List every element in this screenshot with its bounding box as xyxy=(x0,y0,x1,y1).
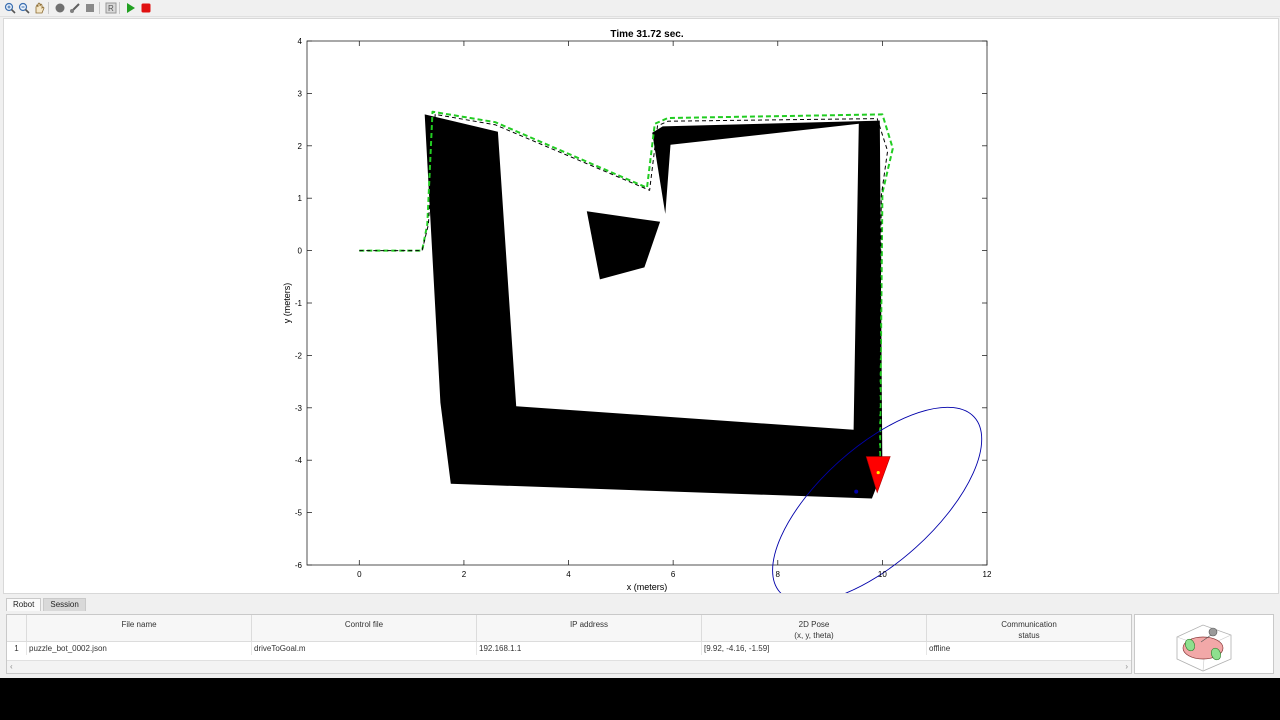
table-row[interactable]: 1 puzzle_bot_0002.json driveToGoal.m 192… xyxy=(7,642,1131,655)
zoom-in-button[interactable] xyxy=(3,1,16,14)
tab-session[interactable]: Session xyxy=(43,598,86,611)
y-tick-label: -3 xyxy=(295,404,303,413)
y-tick-label: 4 xyxy=(298,37,303,46)
x-tick-label: 0 xyxy=(357,570,362,579)
table-header-control-file[interactable]: Control file xyxy=(252,615,477,641)
plot-title: Time 31.72 sec. xyxy=(610,29,683,40)
y-axis-label: y (meters) xyxy=(282,283,292,324)
app-window: R Time 31.72 sec. 0 2 4 6 8 10 12 4 3 2 1 0 -1 -2 -3-… xyxy=(0,0,1280,678)
pan-button[interactable] xyxy=(32,1,45,14)
header-label: 2D Pose xyxy=(798,620,830,629)
cell-2d-pose[interactable]: [9.92, -4.16, -1.59] xyxy=(702,642,927,655)
run-button[interactable] xyxy=(123,1,136,14)
data-cursor-button[interactable] xyxy=(68,1,81,14)
x-tick-label: 8 xyxy=(776,570,781,579)
header-label: Communication xyxy=(1001,620,1057,629)
table-header-file-name[interactable]: File name xyxy=(27,615,252,641)
run-play-icon xyxy=(126,2,135,13)
scroll-left-icon[interactable]: ‹ xyxy=(10,662,13,671)
y-tick-label: -1 xyxy=(295,299,303,308)
screen-bottom-bar xyxy=(0,678,1280,720)
estimate-point xyxy=(854,489,859,494)
header-label: IP address xyxy=(569,620,609,629)
x-tick-label: 6 xyxy=(671,570,676,579)
reset-button[interactable]: R xyxy=(104,1,117,14)
pan-hand-icon xyxy=(35,1,44,13)
y-tick-label: -6 xyxy=(295,561,303,570)
tab-robot[interactable]: Robot xyxy=(6,598,42,611)
y-tick-label: -4 xyxy=(295,456,303,465)
horizontal-scrollbar[interactable]: ‹ › xyxy=(7,660,1131,673)
robot-table: File name Control file IP address 2D Pos… xyxy=(6,614,1132,674)
cell-communication-status[interactable]: offline xyxy=(927,642,1131,655)
header-sublabel: status xyxy=(1018,631,1040,640)
toolbar-separator xyxy=(48,2,49,14)
robot-model-icon xyxy=(1176,624,1232,672)
header-label: Control file xyxy=(344,620,384,629)
stop-red-icon xyxy=(141,3,150,12)
robot-preview-panel xyxy=(1134,614,1274,674)
header-label: File name xyxy=(121,620,157,629)
row-index: 1 xyxy=(7,642,27,655)
x-tick-label: 2 xyxy=(462,570,467,579)
record-icon xyxy=(55,3,64,12)
robot-center-dot xyxy=(876,470,880,475)
stop-square-button[interactable] xyxy=(83,1,96,14)
zoom-out-icon xyxy=(18,2,30,14)
toolbar-separator xyxy=(99,2,100,14)
x-tick-label: 10 xyxy=(878,570,887,579)
x-tick-label: 4 xyxy=(566,570,571,579)
panel-tabs: Robot Session xyxy=(6,598,86,611)
y-tick-label: -2 xyxy=(295,351,303,360)
zoom-out-button[interactable] xyxy=(17,1,30,14)
stop-square-icon xyxy=(85,3,94,12)
y-tick-label: -5 xyxy=(295,509,303,518)
x-tick-label: 12 xyxy=(983,570,992,579)
y-tick-label: 3 xyxy=(298,89,303,98)
header-sublabel: (x, y, theta) xyxy=(794,631,834,640)
y-tick-label: 1 xyxy=(298,194,303,203)
figure-panel: Time 31.72 sec. 0 2 4 6 8 10 12 4 3 2 1 0 -1 -2 -3 -4-… xyxy=(3,18,1279,594)
table-header-ip-address[interactable]: IP address xyxy=(477,615,702,641)
cell-file-name[interactable]: puzzle_bot_0002.json xyxy=(27,642,252,655)
table-header-row: File name Control file IP address 2D Pos… xyxy=(7,615,1131,642)
record-button[interactable] xyxy=(53,1,66,14)
cell-control-file[interactable]: driveToGoal.m xyxy=(252,642,477,655)
toolbar-separator xyxy=(119,2,120,14)
scroll-right-icon[interactable]: › xyxy=(1125,662,1128,671)
stop-button[interactable] xyxy=(139,1,152,14)
table-header-2d-pose[interactable]: 2D Pose (x, y, theta) xyxy=(702,615,927,641)
x-axis-label: x (meters) xyxy=(627,582,668,592)
y-tick-label: 0 xyxy=(298,247,303,256)
reset-icon: R xyxy=(105,2,116,13)
data-cursor-icon xyxy=(69,2,80,13)
y-tick-label: 2 xyxy=(298,142,303,151)
svg-text:R: R xyxy=(108,4,114,13)
figure-toolbar: R xyxy=(0,0,1280,17)
cell-ip-address[interactable]: 192.168.1.1 xyxy=(477,642,702,655)
plot-canvas[interactable]: Time 31.72 sec. 0 2 4 6 8 10 12 43210-1-2-3-4-… xyxy=(4,19,1278,593)
table-header-communication-status[interactable]: Communication status xyxy=(927,615,1131,641)
zoom-in-icon xyxy=(4,2,16,14)
table-header-index xyxy=(7,615,27,641)
